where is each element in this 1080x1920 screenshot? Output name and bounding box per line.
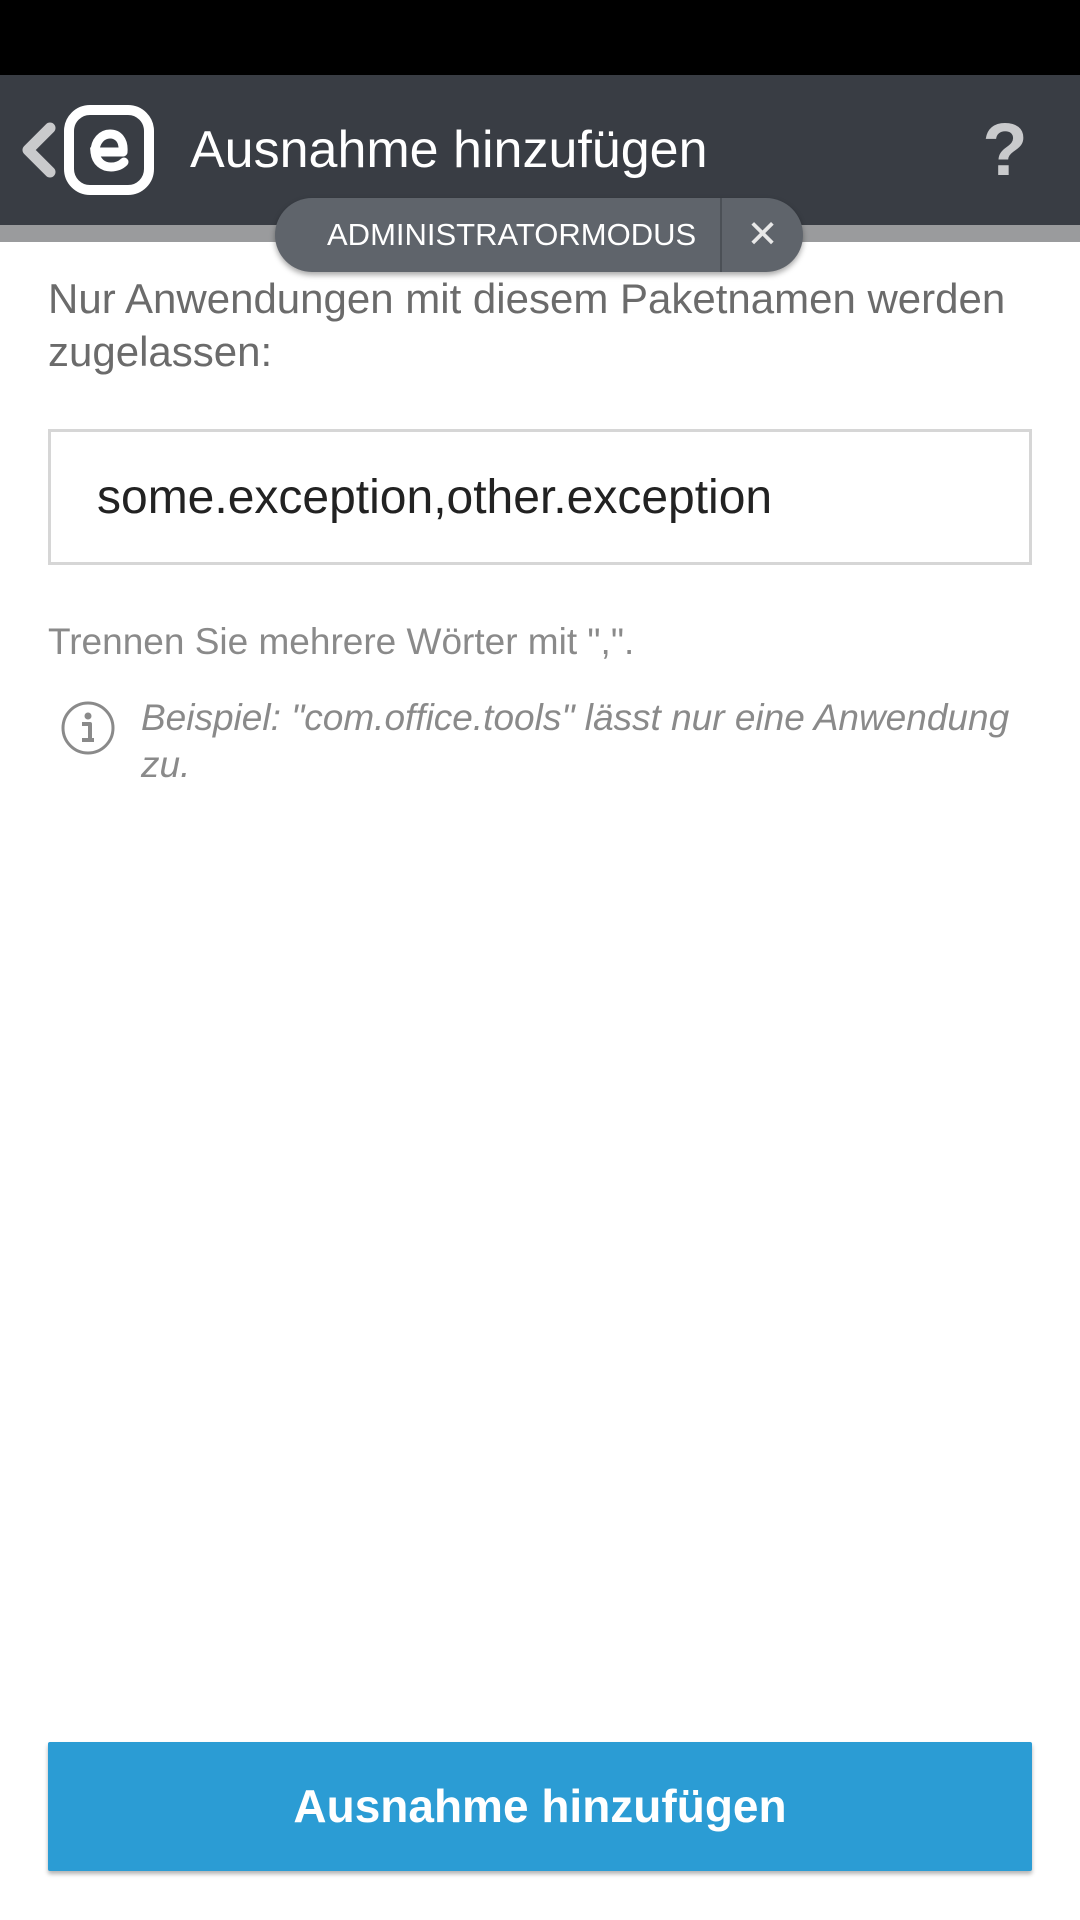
help-button[interactable]: ? [970, 105, 1040, 195]
eset-logo-icon[interactable] [64, 105, 154, 195]
admin-mode-close-button[interactable]: ✕ [722, 198, 803, 272]
page-title: Ausnahme hinzufügen [190, 121, 708, 179]
admin-mode-label: ADMINISTRATORMODUS [327, 217, 697, 252]
example-text: Beispiel: "com.office.tools" lässt nur e… [141, 697, 1010, 785]
info-icon [60, 700, 116, 756]
separator-hint: Trennen Sie mehrere Wörter mit ",". [48, 621, 635, 662]
package-name-input[interactable] [48, 429, 1032, 565]
add-exception-button[interactable]: Ausnahme hinzufügen [48, 1742, 1032, 1871]
admin-mode-badge: ADMINISTRATORMODUS ✕ [275, 198, 803, 272]
status-bar [0, 0, 1080, 75]
description-text: Nur Anwendungen mit diesem Paketnamen we… [48, 275, 1006, 375]
chevron-left-icon[interactable] [14, 118, 62, 182]
